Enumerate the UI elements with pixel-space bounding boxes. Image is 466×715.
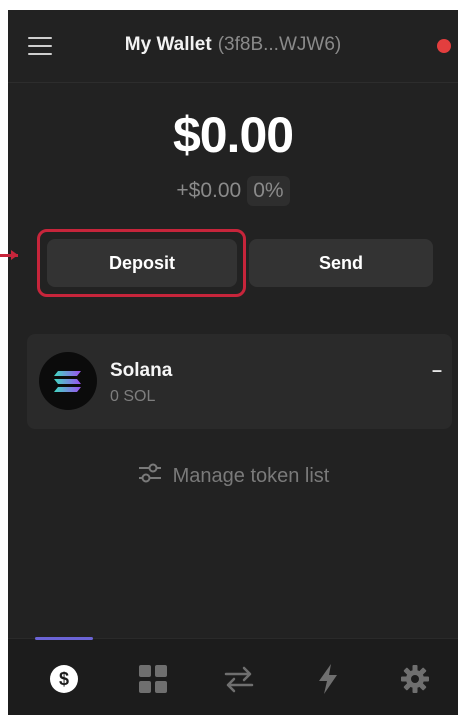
status-dot <box>437 39 451 53</box>
token-row-solana[interactable]: Solana 0 SOL – <box>27 334 452 429</box>
wallet-address: (3f8B...WJW6) <box>217 34 342 55</box>
token-value: – <box>431 360 442 380</box>
manage-token-list[interactable]: Manage token list <box>8 462 458 490</box>
balance-change-percent: 0% <box>247 176 290 206</box>
total-balance: $0.00 <box>172 107 294 163</box>
manage-token-list-label: Manage token list <box>172 464 330 487</box>
bottom-nav: $ <box>8 637 458 715</box>
balance-change-row: +$0.00 0% <box>8 176 458 206</box>
annotation-arrow-head <box>11 250 18 260</box>
dollar-icon[interactable]: $ <box>46 661 82 697</box>
swap-icon[interactable] <box>221 661 257 697</box>
svg-text:$: $ <box>59 669 69 689</box>
lightning-icon[interactable] <box>310 661 346 697</box>
wallet-title[interactable]: My Wallet (3f8B...WJW6) <box>8 34 458 56</box>
wallet-name: My Wallet <box>124 34 212 55</box>
header: My Wallet (3f8B...WJW6) <box>8 10 458 83</box>
deposit-highlight-box <box>37 229 246 297</box>
wallet-panel: My Wallet (3f8B...WJW6) $0.00 +$0.00 0% De… <box>8 10 458 715</box>
solana-logo-icon <box>39 352 97 410</box>
sliders-icon <box>137 462 163 490</box>
gear-icon[interactable] <box>397 661 433 697</box>
send-button[interactable]: Send <box>249 239 433 287</box>
token-name: Solana <box>110 360 173 381</box>
token-amount: 0 SOL <box>110 388 156 405</box>
grid-icon[interactable] <box>135 661 171 697</box>
active-tab-indicator <box>35 637 93 640</box>
balance-change: +$0.00 <box>176 179 242 202</box>
